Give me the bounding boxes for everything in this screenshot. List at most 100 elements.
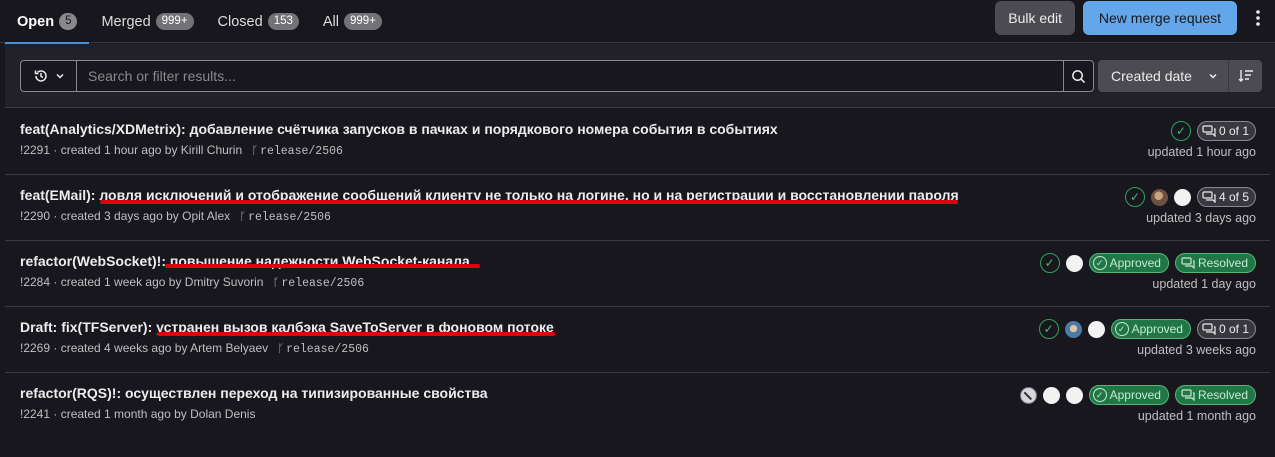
comments-icon: [1202, 191, 1216, 203]
mr-meta: !2284 · created 1 week ago by Dmitry Suv…: [20, 275, 364, 290]
branch-name: release/2506: [286, 343, 369, 356]
resolved-label: Resolved: [1197, 256, 1248, 270]
threads-badge[interactable]: 0 of 1: [1196, 319, 1256, 339]
search-icon[interactable]: [1063, 61, 1093, 91]
chevron-down-icon: [55, 73, 64, 79]
threads-badge[interactable]: 0 of 1: [1196, 121, 1256, 141]
avatar[interactable]: [1065, 254, 1083, 272]
avatar[interactable]: [1042, 386, 1060, 404]
mr-meta-text: !2291 · created 1 hour ago by Kirill Chu…: [20, 143, 243, 157]
annotation-underline: [157, 332, 555, 336]
mr-title[interactable]: refactor(RQS)!: осуществлен переход на т…: [20, 385, 488, 401]
bulk-edit-button[interactable]: Bulk edit: [995, 1, 1075, 35]
branch-link[interactable]: ᚴ release/2506: [239, 211, 330, 224]
branch-icon: ᚴ: [239, 212, 247, 224]
mr-meta-text: !2284 · created 1 week ago by Dmitry Suv…: [20, 275, 264, 289]
tab-label: All: [322, 13, 339, 30]
list-item: feat(EMail): ловля исключений и отображе…: [5, 175, 1270, 241]
avatar[interactable]: [1087, 320, 1105, 338]
mr-indicators: ✓ ✓ Approved 0 of 1: [1038, 318, 1256, 340]
annotation-underline: [100, 200, 958, 204]
recent-searches-dropdown[interactable]: [21, 61, 77, 91]
mr-indicators: ✓ 4 of 5: [1124, 186, 1256, 208]
sort-dropdown[interactable]: Created date: [1098, 60, 1228, 92]
count-badge: 999+: [344, 13, 382, 30]
mr-meta: !2291 · created 1 hour ago by Kirill Chu…: [20, 143, 343, 158]
approved-label: Approved: [1131, 322, 1183, 336]
sort-direction-button[interactable]: [1228, 60, 1262, 92]
tab-all[interactable]: All 999+: [311, 0, 394, 43]
resolved-badge[interactable]: Resolved: [1174, 253, 1256, 273]
list-item: feat(Analytics/XDMetrix): добавление счё…: [5, 109, 1270, 175]
tab-label: Open: [17, 13, 55, 30]
pipeline-passed-icon[interactable]: ✓: [1124, 187, 1145, 207]
mr-indicators: ✓ ✓ Approved Resolved: [1039, 252, 1256, 274]
check-circle-icon: ✓: [1092, 256, 1107, 270]
threads-count: 0 of 1: [1218, 322, 1249, 336]
filter-bar: Created date: [5, 44, 1275, 108]
vertical-ellipsis-icon[interactable]: [1241, 1, 1275, 35]
count-badge: 999+: [155, 13, 194, 30]
avatar[interactable]: [1064, 320, 1082, 338]
mr-meta: !2269 · created 4 weeks ago by Artem Bel…: [20, 341, 369, 356]
branch-icon: ᚴ: [251, 146, 259, 158]
mr-title[interactable]: feat(Analytics/XDMetrix): добавление счё…: [20, 121, 778, 137]
chevron-down-icon: [1209, 73, 1217, 79]
tab-label: Closed: [217, 13, 263, 30]
branch-icon: ᚴ: [272, 278, 280, 290]
mr-indicators: ✓ Approved Resolved: [1019, 384, 1256, 406]
pipeline-passed-icon[interactable]: ✓: [1039, 253, 1060, 273]
approved-badge[interactable]: ✓ Approved: [1088, 253, 1169, 273]
check-circle-icon: ✓: [1092, 388, 1107, 402]
branch-name: release/2506: [260, 145, 343, 158]
count-badge: 153: [267, 13, 299, 30]
approved-label: Approved: [1109, 256, 1161, 270]
annotation-underline: [165, 264, 480, 268]
resolved-badge[interactable]: Resolved: [1174, 385, 1256, 405]
history-icon: [34, 70, 47, 82]
updated-time: updated 3 weeks ago: [1137, 343, 1256, 357]
check-circle-icon: ✓: [1114, 322, 1129, 336]
blocked-icon[interactable]: [1019, 386, 1037, 404]
search-box: [20, 60, 1094, 92]
comments-icon: [1202, 323, 1216, 335]
resolved-label: Resolved: [1197, 388, 1248, 402]
avatar[interactable]: [1173, 188, 1191, 206]
mr-meta: !2290 · created 3 days ago by Opit Alex …: [20, 209, 331, 224]
branch-link[interactable]: ᚴ release/2506: [277, 343, 368, 356]
branch-link[interactable]: ᚴ release/2506: [251, 145, 342, 158]
new-merge-request-button[interactable]: New merge request: [1083, 1, 1237, 35]
pipeline-passed-icon[interactable]: ✓: [1170, 121, 1191, 141]
tab-open[interactable]: Open 5: [5, 0, 90, 44]
approved-badge[interactable]: ✓ Approved: [1110, 319, 1191, 339]
sort-label: Created date: [1111, 68, 1192, 84]
threads-count: 0 of 1: [1218, 124, 1249, 138]
threads-badge[interactable]: 4 of 5: [1196, 187, 1256, 207]
mr-indicators: ✓ 0 of 1: [1170, 120, 1256, 142]
search-input[interactable]: [78, 61, 1058, 91]
tab-label: Merged: [101, 13, 151, 30]
branch-link[interactable]: ᚴ release/2506: [273, 277, 364, 290]
updated-time: updated 3 days ago: [1146, 211, 1256, 225]
tab-closed[interactable]: Closed 153: [206, 0, 311, 43]
mr-meta-text: !2269 · created 4 weeks ago by Artem Bel…: [20, 341, 269, 355]
mr-meta-text: !2290 · created 3 days ago by Opit Alex: [20, 209, 231, 223]
list-item: refactor(RQS)!: осуществлен переход на т…: [5, 373, 1270, 439]
merge-request-list: feat(Analytics/XDMetrix): добавление счё…: [5, 109, 1270, 439]
sort-lowest-icon: [1238, 70, 1253, 82]
mr-meta-text: !2241 · created 1 month ago by Dolan Den…: [20, 407, 256, 421]
approved-badge[interactable]: ✓ Approved: [1088, 385, 1169, 405]
avatar[interactable]: [1150, 188, 1168, 206]
pipeline-passed-icon[interactable]: ✓: [1038, 319, 1059, 339]
approved-label: Approved: [1109, 388, 1161, 402]
branch-icon: ᚴ: [277, 344, 285, 356]
threads-count: 4 of 5: [1218, 190, 1249, 204]
sort-controls: Created date: [1098, 60, 1262, 92]
tab-list: Open 5 Merged 999+ Closed 153 All 999+: [5, 0, 394, 44]
list-item: Draft: fix(TFServer): устранен вызов кал…: [5, 307, 1270, 373]
updated-time: updated 1 day ago: [1152, 277, 1256, 291]
avatar[interactable]: [1065, 386, 1083, 404]
comments-icon: [1202, 125, 1216, 137]
tab-merged[interactable]: Merged 999+: [89, 0, 205, 43]
header-actions: Bulk edit New merge request: [995, 1, 1275, 35]
